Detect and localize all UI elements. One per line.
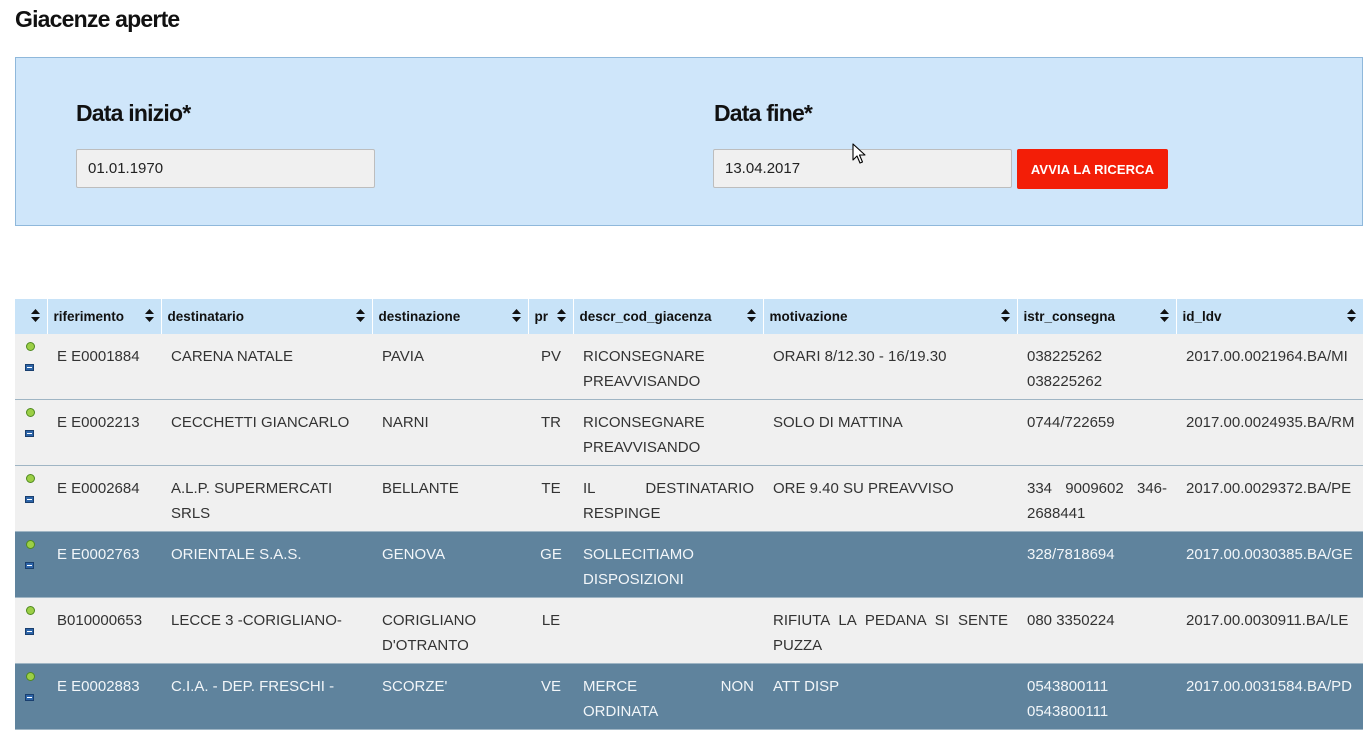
table-row[interactable]: B010000653 LECCE 3 -CORIGLIANO- CORIGLIANO…: [15, 597, 1363, 664]
cell-id-ldv: 2017.00.0031584.BA/PD: [1176, 663, 1363, 730]
cell-destinatario: A.L.P. SUPERMERCATI SRLS: [161, 465, 372, 532]
row-actions-cell: [15, 531, 47, 598]
document-icon[interactable]: [25, 364, 34, 371]
page-title: Giacenze aperte: [15, 6, 180, 32]
cell-pr: PV: [528, 334, 573, 400]
document-icon[interactable]: [25, 430, 34, 437]
cell-destinazione: CORIGLIANO D'OTRANTO: [372, 597, 528, 664]
cell-destinazione: PAVIA: [372, 334, 528, 400]
row-actions-cell: [15, 334, 47, 400]
cell-riferimento: E E0002684: [47, 465, 161, 532]
cell-istr-consegna: 038225262 038225262: [1017, 334, 1176, 400]
cell-motivazione: RIFIUTA LA PEDANA SI SENTE PUZZA: [763, 597, 1017, 664]
green-dot-icon[interactable]: [26, 672, 35, 681]
cell-pr: TE: [528, 465, 573, 532]
cell-istr-consegna: 328/7818694: [1017, 531, 1176, 598]
column-header-destinazione[interactable]: destinazione: [371, 299, 528, 334]
cell-id-ldv: 2017.00.0030385.BA/GE: [1176, 531, 1363, 598]
sort-icon: [1347, 309, 1356, 322]
cell-destinazione: SCORZE': [372, 663, 528, 730]
start-date-input[interactable]: [76, 149, 375, 188]
cell-pr: GE: [528, 531, 573, 598]
mouse-cursor-icon: [852, 143, 866, 164]
cell-pr: LE: [528, 597, 573, 664]
column-header-pr[interactable]: pr: [527, 299, 573, 334]
cell-destinatario: LECCE 3 -CORIGLIANO-: [161, 597, 372, 664]
cell-destinatario: C.I.A. - DEP. FRESCHI -: [161, 663, 372, 730]
sort-icon: [30, 309, 40, 322]
document-icon[interactable]: [25, 562, 34, 569]
cell-pr: TR: [528, 399, 573, 466]
sort-icon: [1000, 309, 1010, 322]
green-dot-icon[interactable]: [26, 474, 35, 483]
table-row[interactable]: E E0002213 CECCHETTI GIANCARLO NARNI TR RICO…: [15, 399, 1363, 466]
cell-descr-cod-giacenza: RICONSEGNARE PREAVVISANDO: [573, 399, 763, 466]
document-icon[interactable]: [25, 694, 34, 701]
row-actions-cell: [15, 663, 47, 730]
cell-descr-cod-giacenza: RICONSEGNARE PREAVVISANDO: [573, 334, 763, 400]
sort-icon: [355, 309, 365, 322]
column-header-riferimento[interactable]: riferimento: [46, 299, 161, 334]
cell-motivazione: ATT DISP: [763, 663, 1017, 730]
column-header-motivazione[interactable]: motivazione: [762, 299, 1017, 334]
column-header-descr-cod-giacenza[interactable]: descr_cod_giacenza: [572, 299, 763, 334]
cell-motivazione: SOLO DI MATTINA: [763, 399, 1017, 466]
cell-descr-cod-giacenza: [573, 597, 763, 664]
cell-riferimento: B010000653: [47, 597, 161, 664]
cell-istr-consegna: 080 3350224: [1017, 597, 1176, 664]
sort-icon: [746, 309, 756, 322]
cell-motivazione: ORARI 8/12.30 - 16/19.30: [763, 334, 1017, 400]
cell-destinazione: BELLANTE: [372, 465, 528, 532]
green-dot-icon[interactable]: [26, 606, 35, 615]
row-actions-cell: [15, 465, 47, 532]
cell-descr-cod-giacenza: SOLLECITIAMO DISPOSIZIONI: [573, 531, 763, 598]
document-icon[interactable]: [25, 496, 34, 503]
cell-destinatario: ORIENTALE S.A.S.: [161, 531, 372, 598]
cell-istr-consegna: 334 9009602 346-2688441: [1017, 465, 1176, 532]
cell-id-ldv: 2017.00.0024935.BA/RM: [1176, 399, 1363, 466]
document-icon[interactable]: [25, 628, 34, 635]
cell-istr-consegna: 0543800111 0543800111: [1017, 663, 1176, 730]
cell-istr-consegna: 0744/722659: [1017, 399, 1176, 466]
green-dot-icon[interactable]: [26, 540, 35, 549]
cell-pr: VE: [528, 663, 573, 730]
cell-descr-cod-giacenza: MERCE NON ORDINATA: [573, 663, 763, 730]
end-date-label: Data fine*: [714, 100, 813, 126]
cell-destinatario: CECCHETTI GIANCARLO: [161, 399, 372, 466]
green-dot-icon[interactable]: [26, 408, 35, 417]
row-actions-cell: [15, 597, 47, 664]
table-row[interactable]: E E0002883 C.I.A. - DEP. FRESCHI - SCORZE'…: [15, 663, 1363, 730]
cell-motivazione: [763, 531, 1017, 598]
sort-icon: [1159, 309, 1169, 322]
table-row[interactable]: E E0002763 ORIENTALE S.A.S. GENOVA GE SOLLEC…: [15, 531, 1363, 598]
column-header-id-ldv[interactable]: id_ldv: [1175, 299, 1363, 334]
sort-icon: [556, 309, 566, 322]
cell-id-ldv: 2017.00.0030911.BA/LE: [1176, 597, 1363, 664]
cell-riferimento: E E0002763: [47, 531, 161, 598]
cell-motivazione: ORE 9.40 SU PREAVVISO: [763, 465, 1017, 532]
cell-riferimento: E E0001884: [47, 334, 161, 400]
search-panel: Data inizio* Data fine* AVVIA LA RICERCA: [15, 57, 1363, 226]
column-header-istr-consegna[interactable]: istr_consegna: [1016, 299, 1176, 334]
cell-descr-cod-giacenza: IL DESTINATARIO RESPINGE: [573, 465, 763, 532]
search-button[interactable]: AVVIA LA RICERCA: [1017, 149, 1168, 189]
table-row[interactable]: E E0001884 CARENA NATALE PAVIA PV RICONSEGNA…: [15, 334, 1363, 400]
cell-destinazione: NARNI: [372, 399, 528, 466]
cell-id-ldv: 2017.00.0021964.BA/MI: [1176, 334, 1363, 400]
cell-riferimento: E E0002213: [47, 399, 161, 466]
row-actions-cell: [15, 399, 47, 466]
column-header-actions[interactable]: [15, 299, 47, 334]
sort-icon: [511, 309, 521, 322]
cell-riferimento: E E0002883: [47, 663, 161, 730]
column-header-destinatario[interactable]: destinatario: [160, 299, 372, 334]
green-dot-icon[interactable]: [26, 342, 35, 351]
header-row: riferimento destinatario destinazione pr…: [15, 299, 1363, 334]
cell-id-ldv: 2017.00.0029372.BA/PE: [1176, 465, 1363, 532]
start-date-label: Data inizio*: [76, 100, 191, 126]
table-row[interactable]: E E0002684 A.L.P. SUPERMERCATI SRLS BELLAN…: [15, 465, 1363, 532]
cell-destinatario: CARENA NATALE: [161, 334, 372, 400]
cell-destinazione: GENOVA: [372, 531, 528, 598]
sort-icon: [144, 309, 154, 322]
results-table: riferimento destinatario destinazione pr…: [15, 299, 1363, 730]
